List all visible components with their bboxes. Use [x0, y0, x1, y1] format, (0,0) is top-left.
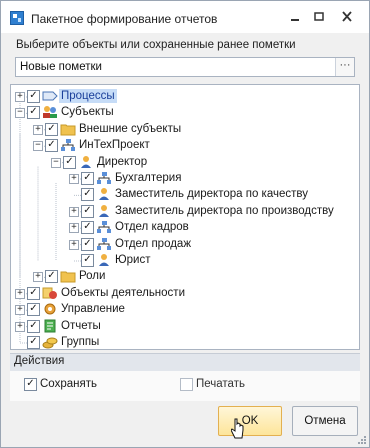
expand-toggle-icon[interactable]: +: [15, 305, 25, 316]
browse-ellipsis-button[interactable]: ···: [335, 58, 354, 76]
saved-marks-combobox[interactable]: Новые пометки ···: [15, 57, 355, 77]
cancel-button[interactable]: Отмена: [292, 406, 358, 436]
tree-node-checkbox[interactable]: ✓: [45, 270, 58, 284]
expand-toggle-icon[interactable]: +: [69, 223, 79, 234]
ok-button[interactable]: OK: [218, 406, 282, 436]
expand-toggle-icon[interactable]: +: [69, 239, 79, 250]
folder-icon: [60, 122, 76, 136]
tree-node-checkbox[interactable]: ✓: [81, 188, 94, 202]
resize-grip-icon[interactable]: [356, 434, 366, 444]
org-icon: [96, 220, 112, 234]
save-checkbox-box[interactable]: ✓: [24, 378, 37, 391]
tree-node-checkbox[interactable]: ✓: [27, 319, 40, 333]
expand-toggle-icon[interactable]: +: [69, 206, 79, 217]
expand-toggle-icon[interactable]: +: [33, 124, 43, 135]
tree-node-checkbox[interactable]: ✓: [81, 172, 94, 185]
expand-toggle-icon[interactable]: −: [51, 157, 61, 168]
dialog-window: Пакетное формирование отчетов Выберите о…: [0, 0, 370, 448]
tree-node-label: Роли: [79, 270, 106, 283]
tree-node-label: Юрист: [115, 254, 151, 266]
person-icon: [96, 204, 112, 218]
tree-node-label: Отчеты: [61, 319, 101, 332]
folder-icon: [60, 269, 76, 283]
tree-node-label: Управление: [61, 303, 125, 316]
org-icon: [96, 237, 112, 251]
mouse-cursor-icon: [231, 418, 244, 439]
org-icon: [96, 171, 112, 185]
actions-section-title: Действия: [14, 355, 65, 367]
tree-node-label: Бухгалтерия: [115, 172, 182, 184]
expand-toggle-icon[interactable]: +: [33, 272, 43, 283]
expand-toggle-icon[interactable]: +: [69, 174, 79, 184]
objects-icon: [42, 286, 58, 300]
tree-node-label: Субъекты: [61, 106, 114, 119]
saved-marks-value: Новые пометки: [20, 61, 102, 73]
expand-toggle-icon[interactable]: −: [15, 108, 25, 119]
app-icon: [10, 11, 24, 25]
tree-node-label: Объекты деятельности: [61, 286, 185, 299]
tree-node-checkbox[interactable]: ✓: [81, 237, 94, 251]
tree-node-label: Группы: [61, 336, 100, 348]
title-bar[interactable]: Пакетное формирование отчетов: [1, 1, 369, 33]
tree-node-label: ИнТехПроект: [79, 139, 150, 152]
print-checkbox-box[interactable]: [180, 378, 193, 391]
save-checkbox-label: Сохранять: [40, 378, 97, 390]
close-button[interactable]: [337, 9, 357, 25]
person-icon: [78, 155, 94, 169]
tree-node-checkbox[interactable]: ✓: [27, 106, 40, 120]
coins-icon: [42, 335, 58, 349]
object-tree[interactable]: + ✓ Процессы − ✓ Субъекты + ✓ Внешние субъекты − ✓…: [10, 84, 360, 350]
person-icon: [96, 187, 112, 201]
expand-toggle-icon[interactable]: +: [15, 288, 25, 299]
tree-node-checkbox[interactable]: ✓: [27, 336, 40, 349]
process-icon: [42, 89, 58, 103]
tree-node-label: Директор: [97, 155, 148, 168]
gear-icon: [42, 302, 58, 316]
tree-node-label: Заместитель директора по производству: [115, 204, 334, 217]
selection-prompt: Выберите объекты или сохраненные ранее п…: [16, 39, 296, 51]
tree-node-checkbox[interactable]: ✓: [27, 90, 40, 103]
expand-toggle-icon[interactable]: +: [15, 92, 25, 102]
tree-node-checkbox[interactable]: ✓: [63, 155, 76, 169]
expand-toggle-icon[interactable]: +: [15, 321, 25, 332]
print-checkbox-label: Печатать: [196, 378, 245, 390]
tree-node-label: Отдел продаж: [115, 237, 192, 250]
window-title: Пакетное формирование отчетов: [31, 12, 218, 26]
restore-button[interactable]: [309, 9, 329, 25]
tree-node-checkbox[interactable]: ✓: [27, 286, 40, 300]
person-icon: [96, 253, 112, 267]
minimize-button[interactable]: [285, 9, 305, 25]
tree-node-label: Процессы: [59, 89, 117, 103]
report-icon: [42, 319, 58, 333]
tree-node-checkbox[interactable]: ✓: [81, 204, 94, 218]
tree-node-checkbox[interactable]: ✓: [45, 122, 58, 136]
tree-node-checkbox[interactable]: ✓: [81, 254, 94, 267]
tree-node-checkbox[interactable]: ✓: [81, 221, 94, 235]
expand-toggle-icon[interactable]: −: [33, 141, 43, 152]
org-icon: [60, 138, 76, 152]
tree-node-checkbox[interactable]: ✓: [27, 303, 40, 317]
people-icon: [42, 105, 58, 119]
tree-node-label: Внешние субъекты: [79, 122, 182, 135]
tree-node-label: Заместитель директора по качеству: [115, 188, 308, 201]
tree-node-checkbox[interactable]: ✓: [45, 139, 58, 153]
tree-node-label: Отдел кадров: [115, 221, 189, 234]
